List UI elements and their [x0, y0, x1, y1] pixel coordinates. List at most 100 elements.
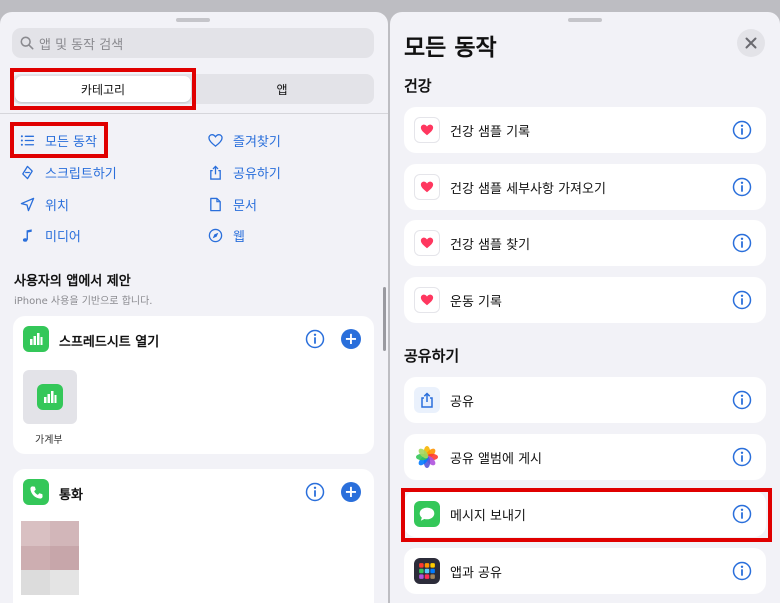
numbers-app-icon: [37, 384, 63, 410]
action-label: 앱과 공유: [450, 565, 502, 581]
category-favorites[interactable]: 즐겨찾기: [208, 131, 281, 150]
action-label: 건강 샘플 기록: [450, 124, 531, 140]
sheet-grabber[interactable]: [568, 18, 602, 22]
heart-icon: [420, 294, 434, 306]
avatar-pixel: [21, 545, 50, 571]
search-icon: [20, 36, 34, 50]
avatar-pixel: [50, 521, 79, 546]
info-icon[interactable]: [732, 290, 752, 310]
app-root: 앱 및 동작 검색 카테고리 앱 모든 동작 즐겨찾기 스크립트하기 공유하기: [0, 0, 780, 603]
avatar-pixel: [21, 570, 50, 595]
action-label: 운동 기록: [450, 294, 502, 310]
health-app-icon: [414, 287, 440, 313]
highlight-box-category: [10, 68, 196, 110]
segment-apps[interactable]: 앱: [193, 76, 371, 102]
info-icon[interactable]: [732, 390, 752, 410]
avatar-pixel: [50, 545, 79, 571]
action-row-share[interactable]: 공유: [404, 377, 766, 423]
suggestion-card-spreadsheet: 스프레드시트 열기 + 가계부: [13, 316, 374, 454]
share-app-icon: [414, 387, 440, 413]
action-label: 공유: [450, 394, 474, 410]
category-label: 공유하기: [233, 167, 281, 182]
bar-chart-icon: [30, 333, 43, 345]
add-action-button[interactable]: +: [341, 329, 361, 349]
category-label: 웹: [233, 230, 245, 245]
app-grid-icon: [419, 563, 435, 579]
bar-chart-icon: [44, 391, 57, 403]
health-app-icon: [414, 174, 440, 200]
category-label: 즐겨찾기: [233, 135, 281, 150]
share-icon: [421, 392, 433, 408]
action-label: 공유 앨범에 게시: [450, 451, 542, 467]
category-label: 문서: [233, 199, 257, 214]
heart-icon: [420, 124, 434, 136]
share-icon: [210, 165, 221, 180]
document-label: 가계부: [35, 435, 63, 446]
info-icon[interactable]: [305, 482, 325, 502]
all-actions-panel: 모든 동작 건강 건강 샘플 기록 건강 샘플 세부사항 가져오기 건강 샘플 …: [390, 12, 780, 603]
search-placeholder: 앱 및 동작 검색: [39, 37, 124, 53]
location-arrow-icon: [20, 197, 35, 212]
close-icon: [745, 37, 757, 49]
health-app-icon: [414, 117, 440, 143]
info-icon[interactable]: [732, 120, 752, 140]
category-web[interactable]: 웹: [208, 226, 245, 245]
info-icon[interactable]: [732, 561, 752, 581]
info-icon[interactable]: [732, 233, 752, 253]
action-row-find-health-samples[interactable]: 건강 샘플 찾기: [404, 220, 766, 266]
avatar-pixel: [50, 570, 79, 595]
action-row-post-to-shared-album[interactable]: 공유 앨범에 게시: [404, 434, 766, 480]
action-label: 건강 샘플 세부사항 가져오기: [450, 181, 606, 197]
suggestions-subtitle: iPhone 사용을 기반으로 합니다.: [14, 296, 153, 307]
highlight-box-send-message: [401, 488, 772, 542]
music-note-icon: [22, 229, 32, 242]
avatar-pixel: [21, 521, 50, 546]
category-label: 위치: [45, 199, 69, 214]
action-browser-panel: 앱 및 동작 검색 카테고리 앱 모든 동작 즐겨찾기 스크립트하기 공유하기: [0, 12, 388, 603]
health-app-icon: [414, 230, 440, 256]
heart-icon: [420, 237, 434, 249]
info-icon[interactable]: [732, 447, 752, 467]
document-icon: [210, 197, 221, 212]
action-label: 건강 샘플 찾기: [450, 237, 531, 253]
info-icon[interactable]: [305, 329, 325, 349]
card-title: 통화: [59, 488, 83, 503]
scrollbar[interactable]: [383, 287, 386, 351]
compass-icon: [208, 228, 223, 243]
document-thumbnail[interactable]: [23, 370, 77, 424]
photos-flower-icon: [416, 446, 438, 468]
category-media[interactable]: 미디어: [20, 226, 81, 245]
close-button[interactable]: [737, 29, 765, 57]
heart-icon: [208, 134, 223, 147]
section-title-sharing: 공유하기: [404, 347, 460, 365]
contact-avatar-blurred[interactable]: [21, 521, 79, 595]
category-documents[interactable]: 문서: [208, 195, 257, 214]
numbers-app-icon: [23, 326, 49, 352]
phone-app-icon: [23, 479, 49, 505]
action-row-log-workout[interactable]: 운동 기록: [404, 277, 766, 323]
scripting-icon: [22, 165, 33, 180]
card-title: 스프레드시트 열기: [59, 335, 160, 350]
section-title-health: 건강: [404, 77, 432, 95]
page-title: 모든 동작: [404, 35, 497, 61]
action-row-share-with-apps[interactable]: 앱과 공유: [404, 548, 766, 594]
category-scripting[interactable]: 스크립트하기: [20, 163, 117, 182]
photos-app-icon: [414, 444, 440, 470]
info-icon[interactable]: [732, 177, 752, 197]
app-grid-icon-tile: [414, 558, 440, 584]
category-sharing[interactable]: 공유하기: [208, 163, 281, 182]
category-label: 미디어: [45, 230, 81, 245]
action-row-log-health-sample[interactable]: 건강 샘플 기록: [404, 107, 766, 153]
action-row-get-health-sample-details[interactable]: 건강 샘플 세부사항 가져오기: [404, 164, 766, 210]
heart-icon: [420, 181, 434, 193]
add-action-button[interactable]: +: [341, 482, 361, 502]
suggestion-card-call: 통화 +: [13, 469, 374, 603]
divider: [0, 113, 388, 114]
highlight-box-all-actions: [10, 122, 108, 158]
sheet-grabber[interactable]: [176, 18, 210, 22]
phone-icon: [29, 485, 43, 499]
category-location[interactable]: 위치: [20, 195, 69, 214]
suggestions-title: 사용자의 앱에서 제안: [14, 274, 131, 289]
category-label: 스크립트하기: [45, 167, 117, 182]
search-field[interactable]: 앱 및 동작 검색: [12, 28, 374, 58]
